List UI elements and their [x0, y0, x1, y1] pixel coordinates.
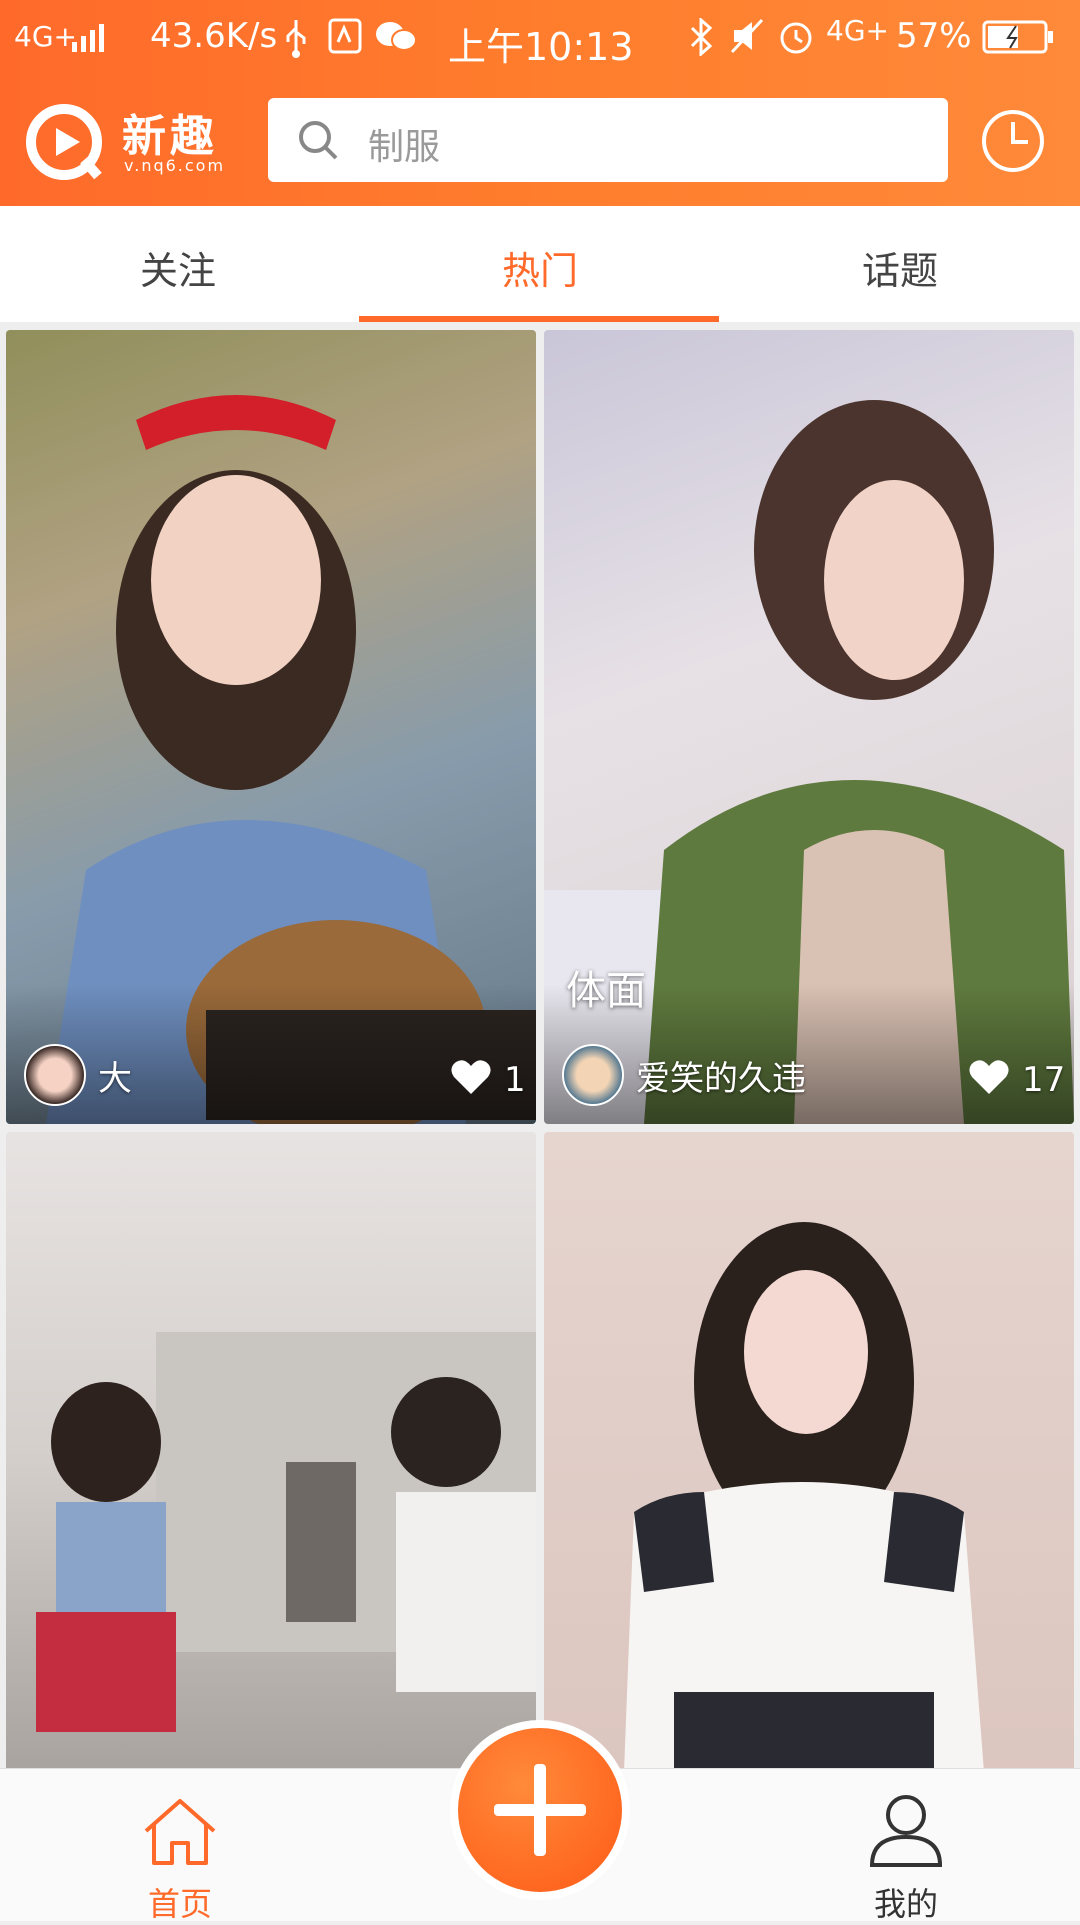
- search-placeholder: 制服: [368, 127, 441, 168]
- like-count: 17: [1022, 1060, 1066, 1100]
- top-bar: 4G+ 43.6K/s 上午10:13 4G+ 57% 新趣 v.nq6.com…: [0, 0, 1080, 206]
- heart-icon[interactable]: [968, 1058, 1010, 1096]
- battery-percent: 57%: [896, 16, 972, 56]
- add-button-face: [458, 1728, 622, 1892]
- network-indicator-right: 4G+: [826, 14, 889, 47]
- plus-icon: [494, 1764, 586, 1856]
- usb-icon: [286, 20, 306, 58]
- video-card[interactable]: [6, 1132, 536, 1772]
- card-overlay: [6, 984, 536, 1124]
- history-clock-icon[interactable]: [980, 108, 1046, 174]
- search-input[interactable]: 制服: [268, 98, 948, 182]
- network-indicator: 4G+: [14, 20, 77, 53]
- app-logo-icon: [26, 104, 102, 180]
- username: 爱笑的久违: [636, 1059, 806, 1099]
- wechat-icon: [376, 22, 417, 51]
- active-tab-indicator: [359, 316, 719, 322]
- avatar[interactable]: [562, 1044, 624, 1106]
- bluetooth-icon: [690, 18, 713, 56]
- logo-subtitle: v.nq6.com: [124, 156, 226, 175]
- network-speed: 43.6K/s: [150, 16, 278, 56]
- nav-home-label[interactable]: 首页: [140, 1879, 220, 1925]
- clock-time: 上午10:13: [448, 25, 634, 69]
- nav-me-label[interactable]: 我的: [866, 1879, 946, 1925]
- profile-icon[interactable]: [866, 1793, 946, 1867]
- search-icon: [299, 121, 338, 160]
- video-card[interactable]: 大 1: [6, 330, 536, 1124]
- video-thumbnail: [36, 1332, 536, 1732]
- add-video-button[interactable]: [450, 1720, 630, 1900]
- logo-title: 新趣: [122, 111, 218, 162]
- status-bar: 4G+ 43.6K/s 上午10:13 4G+ 57%: [0, 0, 1080, 76]
- heart-icon[interactable]: [450, 1058, 492, 1096]
- tab-topics[interactable]: 话题: [800, 240, 1000, 295]
- tab-hot[interactable]: 热门: [440, 240, 640, 295]
- tab-follow[interactable]: 关注: [78, 240, 278, 295]
- app-notification-icon: [328, 18, 362, 54]
- alarm-icon: [780, 22, 812, 54]
- battery-icon: [982, 20, 1053, 54]
- like-count: 1: [504, 1060, 526, 1100]
- video-card[interactable]: 体面 爱笑的久违 17: [544, 330, 1074, 1124]
- video-caption: 体面: [566, 968, 646, 1014]
- video-card[interactable]: [544, 1132, 1074, 1772]
- home-icon[interactable]: [140, 1797, 220, 1867]
- avatar[interactable]: [24, 1044, 86, 1106]
- category-tabs: 关注 热门 话题: [0, 206, 1080, 322]
- video-thumbnail: [624, 1222, 984, 1772]
- mute-icon: [730, 18, 764, 54]
- username: 大: [98, 1059, 132, 1099]
- signal-icon: [72, 24, 104, 52]
